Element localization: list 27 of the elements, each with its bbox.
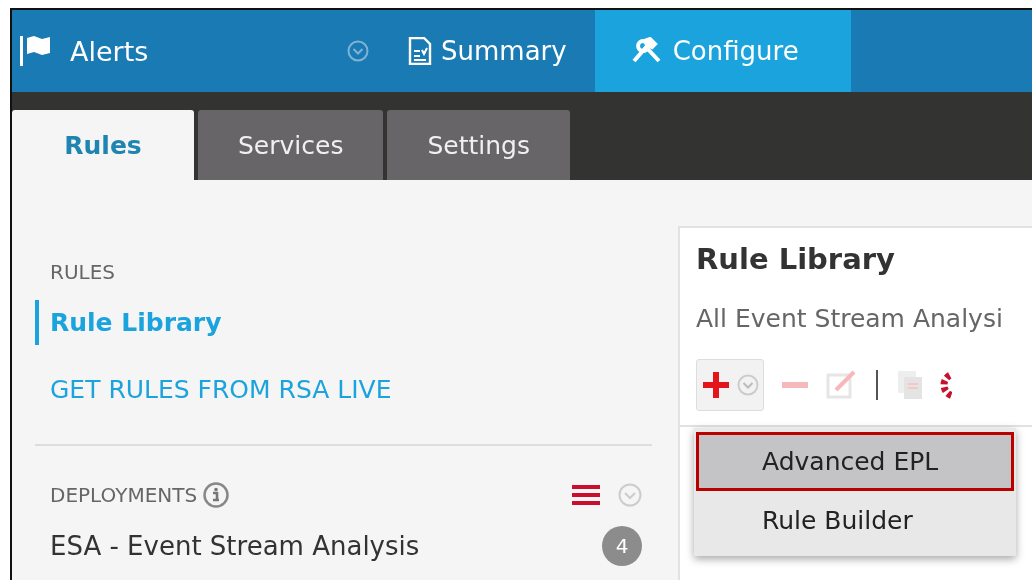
menu-item[interactable]: Advanced EPL bbox=[696, 432, 1014, 491]
panel-title: Rule Library bbox=[696, 242, 896, 276]
info-icon[interactable] bbox=[203, 482, 230, 508]
app-title: Alerts bbox=[70, 35, 150, 67]
tab[interactable]: Rules bbox=[12, 110, 194, 180]
deployment-name[interactable]: ESA - Event Stream Analysis bbox=[50, 531, 602, 561]
sidebar-link[interactable]: Rule Library bbox=[35, 300, 652, 345]
document-icon bbox=[407, 37, 433, 65]
tab[interactable]: Settings bbox=[387, 110, 570, 180]
dropdown-icon[interactable] bbox=[347, 40, 369, 62]
section-heading: RULES bbox=[50, 260, 116, 284]
nav-tab[interactable]: Configure bbox=[594, 10, 851, 92]
sidebar-link[interactable]: GET RULES FROM RSA LIVE bbox=[35, 367, 652, 412]
copy-icon[interactable] bbox=[896, 369, 924, 401]
count-badge: 4 bbox=[602, 526, 642, 566]
menu-icon[interactable] bbox=[572, 484, 600, 506]
plus-icon bbox=[701, 370, 731, 400]
edit-icon[interactable] bbox=[826, 370, 858, 400]
menu-item[interactable]: Rule Builder bbox=[696, 491, 1014, 550]
remove-icon[interactable] bbox=[782, 381, 808, 389]
dropdown-icon[interactable] bbox=[618, 483, 642, 507]
section-heading: DEPLOYMENTS bbox=[50, 483, 198, 507]
add-button[interactable] bbox=[696, 359, 764, 411]
tab[interactable]: Services bbox=[198, 110, 384, 180]
nav-tab[interactable]: Summary bbox=[385, 10, 595, 92]
panel-subtitle: All Event Stream Analysi bbox=[696, 304, 1004, 333]
caret-icon bbox=[737, 374, 759, 396]
